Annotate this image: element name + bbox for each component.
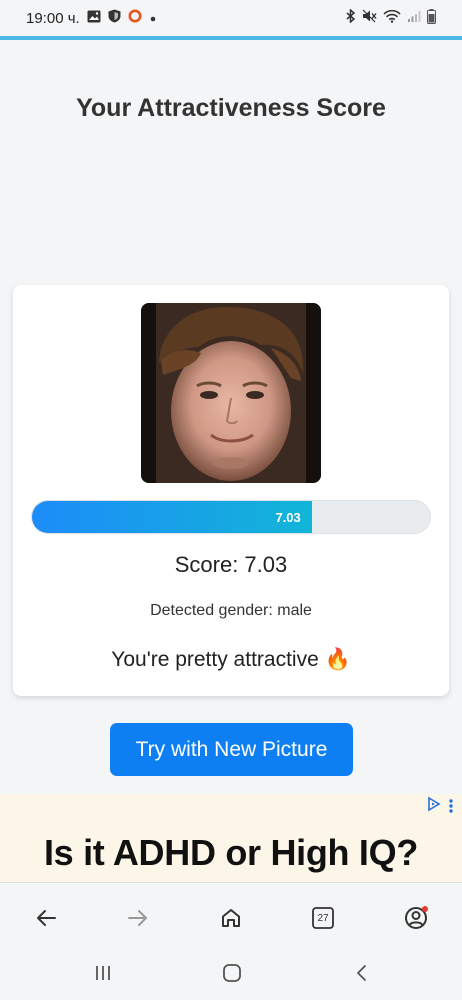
- mute-icon: [362, 9, 377, 27]
- gallery-icon: [87, 10, 101, 27]
- try-new-picture-button[interactable]: Try with New Picture: [110, 723, 353, 776]
- account-icon[interactable]: [401, 903, 431, 933]
- gender-text: Detected gender: male: [150, 602, 312, 619]
- score-progress-fill: 7.03: [32, 501, 312, 533]
- home-circle-icon[interactable]: [217, 960, 247, 986]
- ad-banner[interactable]: Is it ADHD or High IQ?: [0, 794, 462, 882]
- bluetooth-icon: [345, 8, 356, 27]
- score-progress-label: 7.03: [275, 509, 301, 525]
- page-title: Your Attractiveness Score: [76, 94, 386, 122]
- ad-headline[interactable]: Is it ADHD or High IQ?: [0, 832, 462, 874]
- dot-icon: [149, 10, 157, 27]
- verdict-text: You're pretty attractive 🔥: [111, 648, 351, 671]
- browser-toolbar: 27: [0, 882, 462, 948]
- accent-line: [0, 36, 462, 40]
- signal-icon: [407, 9, 421, 27]
- system-nav-bar: [0, 948, 462, 1000]
- tabs-icon[interactable]: 27: [308, 903, 338, 933]
- status-bar: 19:00 ч.: [0, 0, 462, 36]
- wifi-icon: [383, 9, 401, 27]
- shield-icon: [108, 9, 121, 27]
- score-progress-bar: 7.03: [31, 500, 431, 534]
- battery-icon: [427, 8, 436, 28]
- more-vert-icon[interactable]: [448, 798, 454, 814]
- score-text: Score: 7.03: [174, 552, 288, 577]
- circle-app-icon: [128, 9, 142, 27]
- recents-icon[interactable]: [88, 960, 118, 986]
- tabs-count: 27: [317, 912, 329, 924]
- back-icon[interactable]: [31, 903, 61, 933]
- face-photo: [141, 303, 321, 483]
- result-card: 7.03 Score: 7.03 Detected gender: male Y…: [13, 285, 449, 696]
- status-bar-left: 19:00 ч.: [26, 9, 157, 27]
- status-bar-right: [345, 8, 436, 28]
- forward-icon[interactable]: [123, 903, 153, 933]
- status-time: 19:00 ч.: [26, 9, 80, 27]
- back-chevron-icon[interactable]: [347, 960, 377, 986]
- ad-choices-icon[interactable]: [426, 796, 442, 817]
- home-icon[interactable]: [216, 903, 246, 933]
